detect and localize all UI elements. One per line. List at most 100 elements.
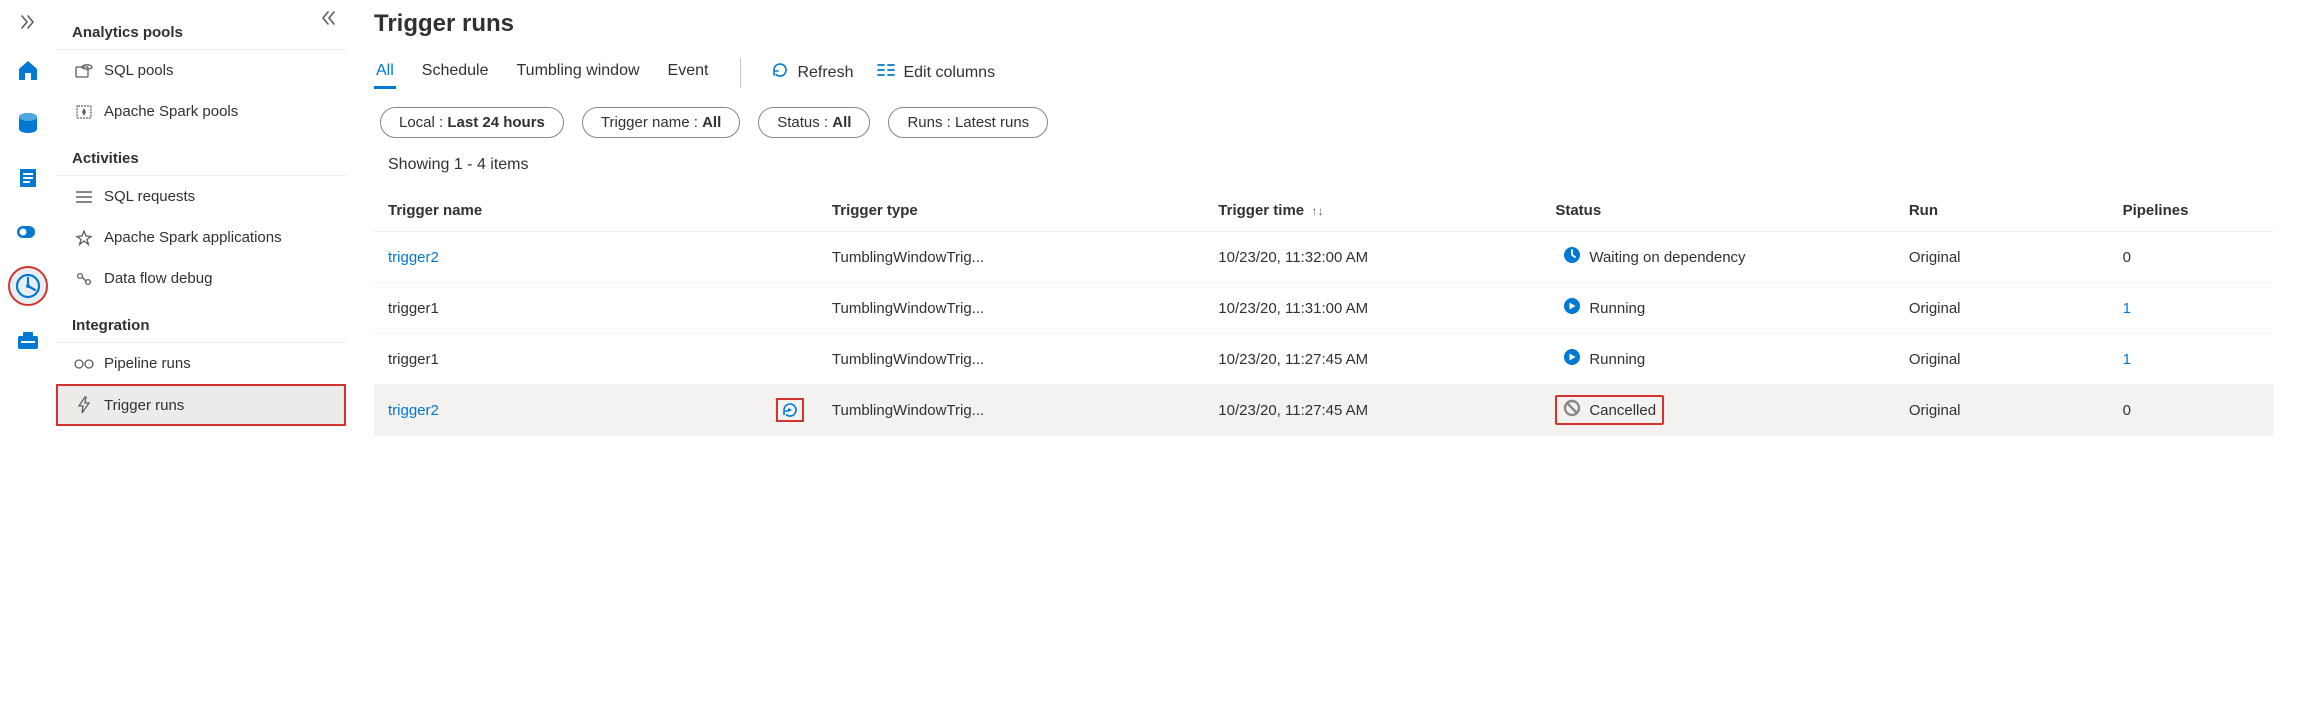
tabs-row: All Schedule Tumbling window Event Refre…: [374, 56, 2273, 89]
status-text: Waiting on dependency: [1589, 249, 1745, 266]
col-trigger-time[interactable]: Trigger time ↑↓: [1204, 190, 1541, 232]
trigger-type-cell: TumblingWindowTrig...: [818, 334, 1204, 385]
run-cell: Original: [1895, 385, 2109, 436]
trigger-runs-table: Trigger name Trigger type Trigger time ↑…: [374, 190, 2273, 436]
status-badge: Waiting on dependency: [1555, 242, 1753, 272]
tab-event[interactable]: Event: [666, 56, 711, 89]
sidebar-item-dataflow-debug[interactable]: Data flow debug: [56, 258, 346, 299]
showing-count: Showing 1 - 4 items: [374, 156, 2273, 174]
rail-home[interactable]: [10, 52, 46, 88]
trigger-time-cell: 10/23/20, 11:32:00 AM: [1204, 232, 1541, 283]
icon-rail: [0, 0, 56, 703]
sidebar-item-label: Trigger runs: [104, 397, 184, 414]
col-status[interactable]: Status: [1541, 190, 1894, 232]
table-row[interactable]: trigger2 TumblingWindowTrig...10/23/20, …: [374, 385, 2273, 436]
sidebar-section-integration: Integration: [56, 299, 346, 343]
filter-trigger-name[interactable]: Trigger name : All: [582, 107, 740, 138]
table-row[interactable]: trigger1 TumblingWindowTrig...10/23/20, 1…: [374, 283, 2273, 334]
sidebar-item-trigger-runs[interactable]: Trigger runs: [56, 384, 346, 426]
rerun-button[interactable]: [776, 398, 804, 422]
page-title: Trigger runs: [374, 10, 2273, 38]
sidebar-section-activities: Activities: [56, 132, 346, 176]
trigger-type-cell: TumblingWindowTrig...: [818, 283, 1204, 334]
trigger-time-cell: 10/23/20, 11:31:00 AM: [1204, 283, 1541, 334]
refresh-button[interactable]: Refresh: [771, 61, 853, 84]
run-cell: Original: [1895, 283, 2109, 334]
status-icon: [1563, 297, 1581, 319]
spark-apps-icon: [74, 230, 94, 246]
sidebar: Analytics pools SQL pools Apache Spark p…: [56, 0, 346, 703]
status-icon: [1563, 246, 1581, 268]
spark-pools-icon: [74, 104, 94, 120]
col-trigger-type[interactable]: Trigger type: [818, 190, 1204, 232]
run-cell: Original: [1895, 334, 2109, 385]
pipelines-cell: 0: [2109, 385, 2273, 436]
trigger-time-cell: 10/23/20, 11:27:45 AM: [1204, 334, 1541, 385]
sidebar-item-label: SQL pools: [104, 62, 174, 79]
col-trigger-name[interactable]: Trigger name: [374, 190, 818, 232]
run-cell: Original: [1895, 232, 2109, 283]
status-text: Running: [1589, 300, 1645, 317]
trigger-time-cell: 10/23/20, 11:27:45 AM: [1204, 385, 1541, 436]
main-content: Trigger runs All Schedule Tumbling windo…: [346, 0, 2301, 703]
trigger-type-cell: TumblingWindowTrig...: [818, 232, 1204, 283]
pipelines-link[interactable]: 1: [2123, 300, 2131, 317]
table-row[interactable]: trigger2 TumblingWindowTrig...10/23/20, 1…: [374, 232, 2273, 283]
tab-schedule[interactable]: Schedule: [420, 56, 491, 89]
rail-develop[interactable]: [10, 160, 46, 196]
filter-pills: Local : Last 24 hours Trigger name : All…: [374, 107, 2273, 138]
filter-runs[interactable]: Runs : Latest runs: [888, 107, 1048, 138]
rerun-icon: [780, 401, 800, 419]
sidebar-item-sql-pools[interactable]: SQL pools: [56, 50, 346, 91]
sidebar-item-label: Apache Spark applications: [104, 229, 282, 246]
trigger-name-link[interactable]: trigger2: [388, 249, 439, 266]
status-text: Cancelled: [1589, 402, 1656, 419]
sidebar-item-sql-requests[interactable]: SQL requests: [56, 176, 346, 217]
rail-data[interactable]: [10, 106, 46, 142]
filter-time[interactable]: Local : Last 24 hours: [380, 107, 564, 138]
status-icon: [1563, 399, 1581, 421]
manage-icon: [16, 329, 40, 351]
develop-icon: [17, 167, 39, 189]
col-run[interactable]: Run: [1895, 190, 2109, 232]
sidebar-item-spark-apps[interactable]: Apache Spark applications: [56, 217, 346, 258]
trigger-name-text: trigger1: [388, 300, 439, 317]
sort-icon: ↑↓: [1308, 204, 1323, 218]
pipeline-runs-icon: [74, 357, 94, 371]
sidebar-collapse-button[interactable]: [320, 10, 336, 29]
rail-expand-button[interactable]: [0, 8, 55, 34]
sql-requests-icon: [74, 190, 94, 204]
rail-monitor[interactable]: [10, 268, 46, 304]
integrate-icon: [15, 221, 41, 243]
refresh-label: Refresh: [797, 64, 853, 82]
col-pipelines[interactable]: Pipelines: [2109, 190, 2273, 232]
data-icon: [17, 112, 39, 136]
sidebar-item-label: SQL requests: [104, 188, 195, 205]
sql-pools-icon: [74, 63, 94, 79]
edit-columns-label: Edit columns: [903, 64, 995, 82]
dataflow-debug-icon: [74, 271, 94, 287]
edit-columns-button[interactable]: Edit columns: [877, 63, 995, 82]
status-badge: Running: [1555, 293, 1653, 323]
pipelines-cell: 0: [2109, 232, 2273, 283]
monitor-icon: [15, 273, 41, 299]
status-text: Running: [1589, 351, 1645, 368]
sidebar-item-label: Pipeline runs: [104, 355, 191, 372]
sidebar-item-pipeline-runs[interactable]: Pipeline runs: [56, 343, 346, 384]
sidebar-item-spark-pools[interactable]: Apache Spark pools: [56, 91, 346, 132]
tab-all[interactable]: All: [374, 56, 396, 89]
trigger-name-link[interactable]: trigger2: [388, 402, 439, 419]
filter-status[interactable]: Status : All: [758, 107, 870, 138]
chevron-double-left-icon: [320, 10, 336, 26]
tab-tumbling-window[interactable]: Tumbling window: [515, 56, 642, 89]
divider: [740, 58, 741, 88]
rail-manage[interactable]: [10, 322, 46, 358]
rail-integrate[interactable]: [10, 214, 46, 250]
table-row[interactable]: trigger1TumblingWindowTrig...10/23/20, 1…: [374, 334, 2273, 385]
status-badge: Cancelled: [1555, 395, 1664, 425]
edit-columns-icon: [877, 63, 895, 82]
pipelines-link[interactable]: 1: [2123, 351, 2131, 368]
trigger-type-cell: TumblingWindowTrig...: [818, 385, 1204, 436]
home-icon: [16, 58, 40, 82]
sidebar-section-analytics-pools: Analytics pools: [56, 6, 346, 50]
